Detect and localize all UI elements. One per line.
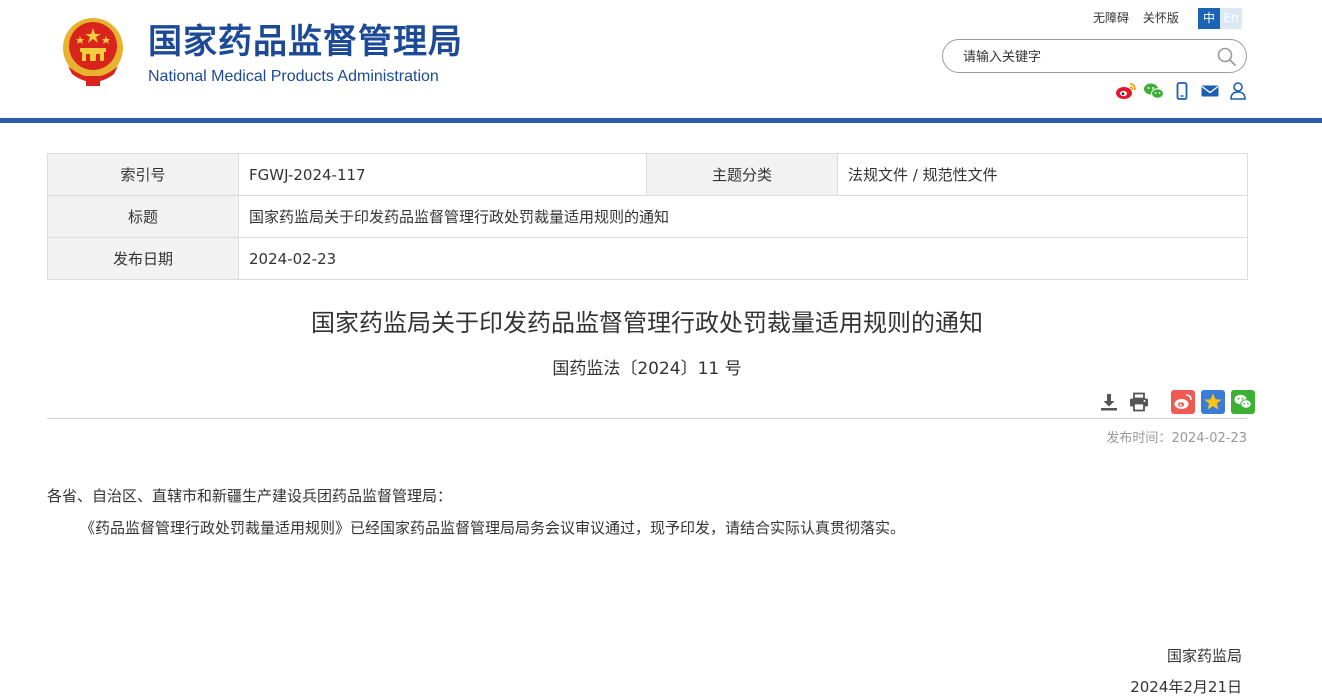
search-icon[interactable] <box>1216 46 1238 68</box>
search-input[interactable] <box>961 46 1210 68</box>
lang-en-button[interactable]: En <box>1220 8 1242 29</box>
document-number: 国药监法〔2024〕11 号 <box>552 359 742 379</box>
top-links: 无障碍 关怀版 <box>1093 10 1189 26</box>
weibo-icon[interactable] <box>1115 81 1137 101</box>
title-value: 国家药监局关于印发药品监督管理行政处罚裁量适用规则的通知 <box>238 195 1248 238</box>
share-wechat-icon[interactable] <box>1231 390 1255 414</box>
user-icon[interactable] <box>1227 81 1249 101</box>
download-icon[interactable] <box>1097 390 1121 414</box>
info-row-title: 标题 国家药监局关于印发药品监督管理行政处罚裁量适用规则的通知 <box>47 195 1248 238</box>
info-row-date: 发布日期 2024-02-23 <box>47 237 1248 280</box>
site-title-english: National Medical Products Administration <box>148 68 439 85</box>
header-divider-bar <box>0 118 1322 123</box>
index-label: 索引号 <box>47 153 239 196</box>
national-emblem-icon <box>63 18 123 86</box>
signature-date: 2024年2月21日 <box>1130 678 1242 696</box>
accessibility-link[interactable]: 无障碍 <box>1093 11 1129 25</box>
publish-time-value: 2024-02-23 <box>1171 431 1247 446</box>
elderly-mode-link[interactable]: 关怀版 <box>1143 11 1179 25</box>
date-label: 发布日期 <box>47 237 239 280</box>
category-value: 法规文件 / 规范性文件 <box>837 153 1248 196</box>
wechat-icon[interactable] <box>1143 81 1165 101</box>
article-body-paragraph: 《药品监督管理行政处罚裁量适用规则》已经国家药品监督管理局局务会议审议通过，现予… <box>80 519 906 537</box>
article-title: 国家药监局关于印发药品监督管理行政处罚裁量适用规则的通知 <box>311 309 983 337</box>
lang-zh-button[interactable]: 中 <box>1198 8 1220 29</box>
article-salutation: 各省、自治区、直辖市和新疆生产建设兵团药品监督管理局： <box>47 487 453 505</box>
search-box <box>942 39 1247 73</box>
date-value: 2024-02-23 <box>238 237 1248 280</box>
index-value: FGWJ-2024-117 <box>238 153 647 196</box>
article-tools <box>1097 390 1261 414</box>
document-info-table: 索引号 FGWJ-2024-117 主题分类 法规文件 / 规范性文件 标题 国… <box>47 153 1248 280</box>
share-favorite-icon[interactable] <box>1201 390 1225 414</box>
site-title-chinese: 国家药品监督管理局 <box>148 22 463 62</box>
article-divider <box>47 418 1247 419</box>
category-label: 主题分类 <box>646 153 838 196</box>
publish-time-label: 发布时间： <box>1106 431 1172 446</box>
title-label: 标题 <box>47 195 239 238</box>
mobile-icon[interactable] <box>1171 81 1193 101</box>
share-weibo-icon[interactable] <box>1171 390 1195 414</box>
language-switch: 中 En <box>1198 8 1242 29</box>
info-row-index: 索引号 FGWJ-2024-117 主题分类 法规文件 / 规范性文件 <box>47 153 1248 196</box>
mail-icon[interactable] <box>1199 81 1221 101</box>
signature-organization: 国家药监局 <box>1166 647 1242 665</box>
site-header: 国家药品监督管理局 National Medical Products Admi… <box>0 0 1322 118</box>
publish-time: 发布时间：2024-02-23 <box>1106 430 1247 448</box>
top-share-icons <box>1115 81 1249 101</box>
print-icon[interactable] <box>1127 390 1151 414</box>
